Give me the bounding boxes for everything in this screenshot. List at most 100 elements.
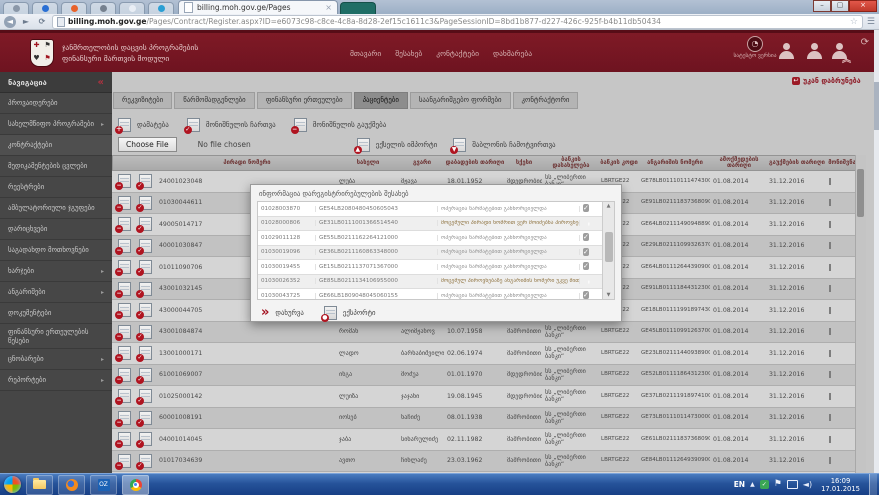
security-tray-icon[interactable]: ✓ [760,480,769,489]
modal-scrollbar[interactable]: ▲ ▼ [602,202,614,299]
close-button[interactable]: × [849,0,877,12]
favicon-tab[interactable] [3,2,29,14]
content-tab[interactable]: საანგარიშგებო ფორმები [410,92,511,109]
template-download-button[interactable]: ▼ შაბლონის ჩამოტვირთვა [453,138,555,152]
row-checkbox[interactable] [829,285,831,292]
deactivate-row-icon[interactable]: − [118,325,131,339]
column-header[interactable]: დაბადების თარიღი [445,156,505,170]
inactive-browser-tab[interactable] [340,2,376,14]
edit-row-icon[interactable]: ✓ [139,303,152,317]
sidebar-item[interactable]: მედიკამენტების ცვლები [0,156,112,177]
deactivate-row-icon[interactable]: − [118,239,131,253]
sidebar-item[interactable]: რეპორტები▸ [0,370,112,391]
favicon-tab[interactable] [119,2,145,14]
row-checkbox[interactable] [829,264,831,271]
column-header[interactable]: ბანკის დასახელება [543,156,599,170]
sidebar-item[interactable]: ამბულატორიული ჯგუფები [0,198,112,219]
deactivate-row-icon[interactable]: − [118,368,131,382]
sidebar-item[interactable]: პროვაიდერები [0,93,112,114]
edit-row-icon[interactable]: ✓ [139,411,152,425]
tab-close-icon[interactable]: × [325,4,332,12]
row-checkbox[interactable] [829,414,831,421]
deactivate-row-icon[interactable]: − [118,196,131,210]
sidebar-item[interactable]: დარიცხვები [0,219,112,240]
sidebar-item[interactable]: ფინანსური ერთეულების წესები [0,324,112,349]
deactivate-row-icon[interactable]: − [118,260,131,274]
bookmark-star-icon[interactable]: ☆ [850,17,858,27]
deactivate-row-icon[interactable]: − [118,411,131,425]
deactivate-row-icon[interactable]: − [118,346,131,360]
browser-page-scrollbar-thumb[interactable] [874,82,879,130]
column-header[interactable]: სახელი [337,156,399,170]
favicon-tab[interactable] [32,2,58,14]
sidebar-item[interactable]: კონტრაქტები [0,135,112,156]
row-checkbox[interactable] [829,221,831,228]
minimize-button[interactable]: – [813,0,831,12]
taskbar-app-oz[interactable]: OZ [90,475,117,495]
sidebar-item[interactable]: რეესტრები [0,177,112,198]
modal-export-label[interactable]: ექსპორტი [343,309,376,317]
deactivate-row-icon[interactable]: − [118,432,131,446]
column-header[interactable]: გვარი [399,156,445,170]
column-header[interactable]: სქესი [505,156,543,170]
export-excel-icon[interactable]: ● [324,306,337,320]
row-checkbox[interactable] [829,178,831,185]
content-tab[interactable]: პაციენტები [354,92,408,109]
taskbar-firefox[interactable] [58,475,85,495]
header-nav-item[interactable]: მთავარი [350,49,381,58]
edit-row-icon[interactable]: ✓ [139,282,152,296]
edit-row-icon[interactable]: ✓ [139,346,152,360]
edit-row-icon[interactable]: ✓ [139,239,152,253]
deactivate-row-icon[interactable]: − [118,217,131,231]
sidebar-item[interactable]: ცნობარები▸ [0,349,112,370]
row-checkbox[interactable] [829,457,831,464]
modal-scrollbar-thumb[interactable] [605,232,613,262]
edit-row-icon[interactable]: ✓ [139,368,152,382]
session-refresh-icon[interactable]: ⟳ [861,37,869,48]
sidebar-item[interactable]: ხარჯები▸ [0,261,112,282]
column-header[interactable]: გაუქმების თარიღი [767,156,827,170]
column-header[interactable]: ანგარიშის ნომერი [639,156,711,170]
table-scrollbar-thumb[interactable] [857,169,864,217]
edit-row-icon[interactable]: ✓ [139,454,152,468]
content-tab[interactable]: კონტრაქტორი [513,92,579,109]
edit-row-icon[interactable]: ✓ [139,389,152,403]
favicon-tab[interactable] [61,2,87,14]
maximize-button[interactable]: ▢ [831,0,849,12]
column-header[interactable]: პირადი ნომერი [157,156,337,170]
clock[interactable]: 16:09 17.01.2015 [821,477,860,493]
deactivate-row-icon[interactable]: − [118,174,131,188]
taskbar-explorer[interactable] [26,475,53,495]
sidebar-item[interactable]: საგადახდო მოთხოვნები [0,240,112,261]
row-checkbox[interactable] [829,371,831,378]
choose-file-button[interactable]: Choose File [118,137,177,152]
modal-close-label[interactable]: დახურვა [275,309,303,317]
header-nav-item[interactable]: შესახებ [395,49,422,58]
favicon-tab[interactable] [148,2,174,14]
deactivate-row-icon[interactable]: − [118,303,131,317]
show-desktop-button[interactable] [869,474,877,495]
user-document-icon[interactable] [803,43,825,63]
taskbar-chrome-active[interactable] [122,475,149,495]
back-link[interactable]: ↩ უკან დაბრუნება [792,77,861,85]
modal-scroll-up-icon[interactable]: ▲ [603,203,614,209]
sidebar-item[interactable]: ანგარიშები▸ [0,282,112,303]
network-icon[interactable] [787,480,798,489]
excel-import-button[interactable]: ▲ ექსელის იმპორტი [357,138,437,152]
refresh-icon[interactable]: ⟳ [36,16,48,28]
edit-row-icon[interactable]: ✓ [139,174,152,188]
language-indicator[interactable]: EN [734,480,745,489]
browser-page-scrollbar[interactable] [874,30,879,473]
collapse-header-icon[interactable]: ︽ [842,57,851,64]
deactivate-row-icon[interactable]: − [118,389,131,403]
sidebar-item[interactable]: დოკუმენტები [0,303,112,324]
action-center-flag-icon[interactable]: ⚑ [774,480,782,489]
forward-icon[interactable]: ► [20,16,32,28]
row-checkbox[interactable] [829,393,831,400]
row-checkbox[interactable] [829,436,831,443]
address-bar[interactable]: billing.moh.gov.ge/Pages/Contract/Regist… [52,15,863,29]
deactivate-row-icon[interactable]: − [118,454,131,468]
tray-expand-icon[interactable]: ▲ [750,481,755,488]
content-tab[interactable]: წარმომადგენლები [174,92,255,109]
edit-row-icon[interactable]: ✓ [139,260,152,274]
